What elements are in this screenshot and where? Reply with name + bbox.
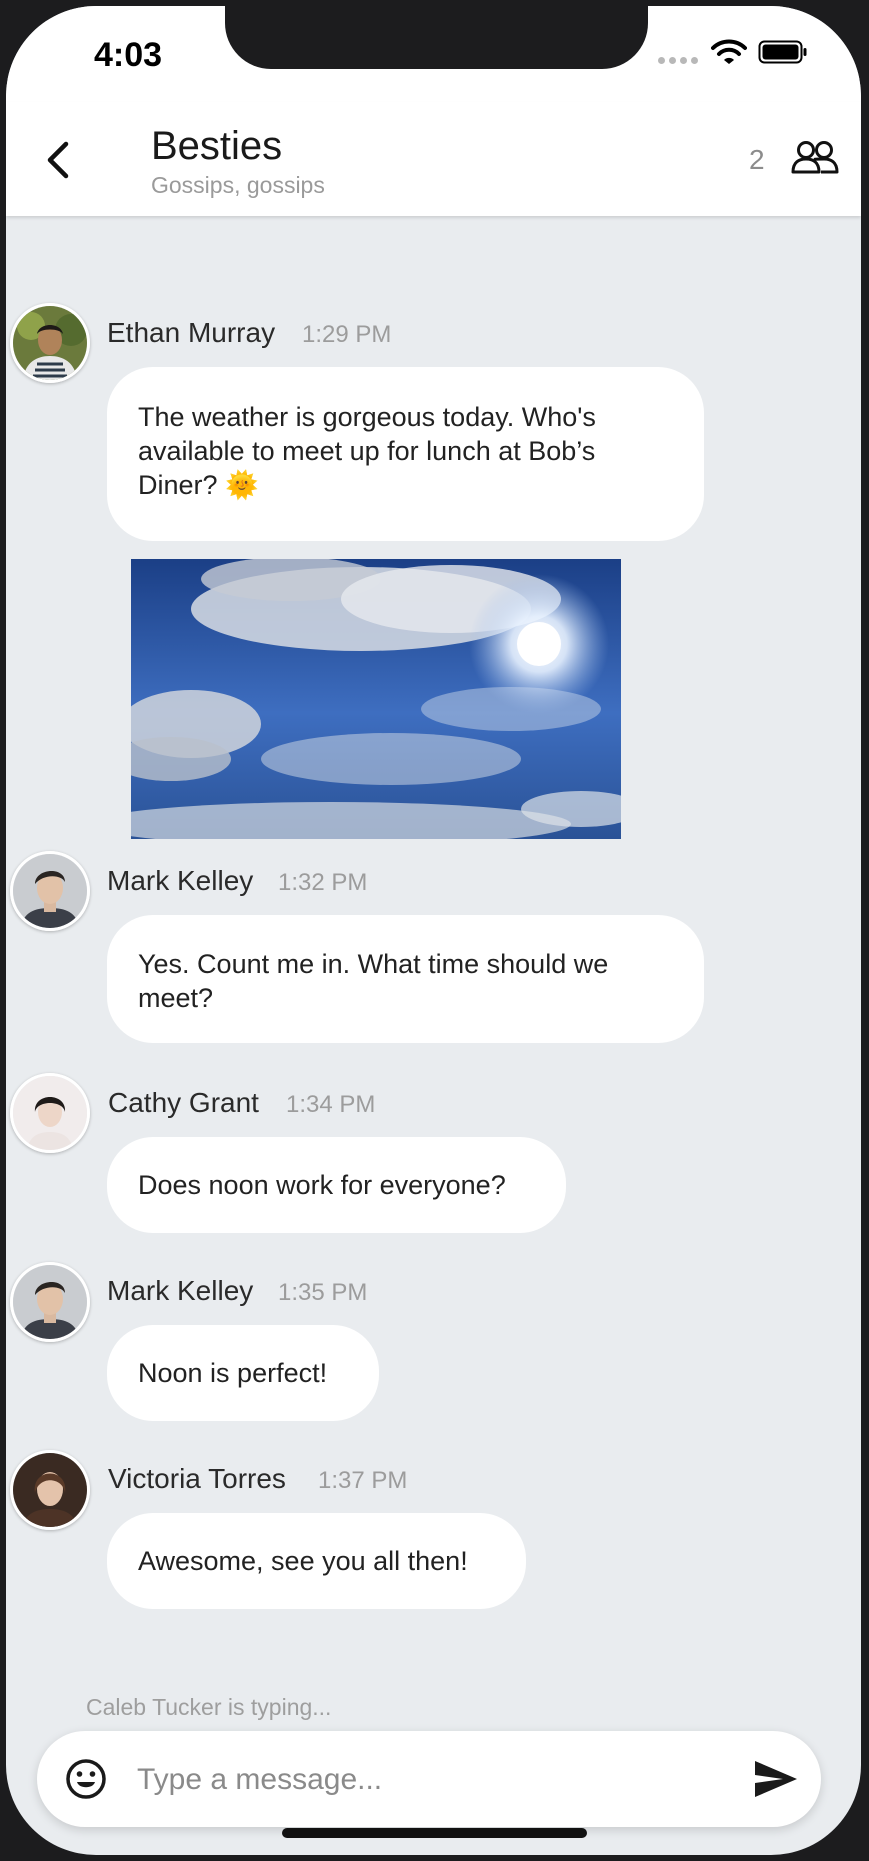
- typing-indicator: Caleb Tucker is typing...: [86, 1694, 332, 1720]
- sky-clouds-photo[interactable]: [131, 559, 621, 839]
- avatar[interactable]: [10, 1073, 90, 1153]
- avatar[interactable]: [10, 1450, 90, 1530]
- message-bubble[interactable]: Noon is perfect!: [107, 1325, 379, 1421]
- notch: [225, 6, 648, 69]
- message-bubble[interactable]: Yes. Count me in. What time should we me…: [107, 915, 704, 1043]
- message-author: Cathy Grant: [108, 1087, 259, 1118]
- chat-header: Besties Gossips, gossips 2: [6, 102, 861, 216]
- smiley-icon[interactable]: [64, 1757, 108, 1801]
- chat-subtitle: Gossips, gossips: [151, 172, 325, 198]
- message-bubble[interactable]: The weather is gorgeous today. Who's ava…: [107, 367, 704, 541]
- message-bubble[interactable]: Does noon work for everyone?: [107, 1137, 566, 1233]
- message-author: Mark Kelley: [107, 865, 254, 896]
- message-time: 1:35 PM: [278, 1279, 368, 1306]
- wifi-icon: [711, 39, 747, 64]
- group-icon[interactable]: [790, 138, 840, 178]
- message-composer: [37, 1731, 821, 1827]
- message-author: Mark Kelley: [107, 1275, 254, 1306]
- message-author: Ethan Murray: [107, 317, 276, 348]
- message-author: Victoria Torres: [108, 1463, 286, 1494]
- message-bubble[interactable]: Awesome, see you all then!: [107, 1513, 526, 1609]
- message-time: 1:32 PM: [278, 869, 368, 896]
- cellular-signal-icon: [658, 57, 700, 67]
- message-time: 1:37 PM: [318, 1467, 408, 1494]
- avatar[interactable]: [10, 851, 90, 931]
- message-input[interactable]: [135, 1751, 719, 1809]
- battery-icon: [758, 40, 807, 64]
- phone-screen: 4:03 Besties Gossips, gossips 2 Ethan Mu…: [6, 6, 861, 1855]
- avatar[interactable]: [10, 1262, 90, 1342]
- send-icon[interactable]: [753, 1759, 799, 1799]
- chevron-left-icon[interactable]: [36, 134, 80, 186]
- message-time: 1:34 PM: [286, 1091, 376, 1118]
- member-count: 2: [749, 144, 765, 175]
- status-bar: 4:03: [6, 6, 861, 102]
- message-time: 1:29 PM: [302, 321, 392, 348]
- avatar[interactable]: [10, 303, 90, 383]
- status-time: 4:03: [94, 36, 163, 74]
- home-indicator: [282, 1828, 587, 1838]
- chat-title: Besties: [151, 124, 283, 168]
